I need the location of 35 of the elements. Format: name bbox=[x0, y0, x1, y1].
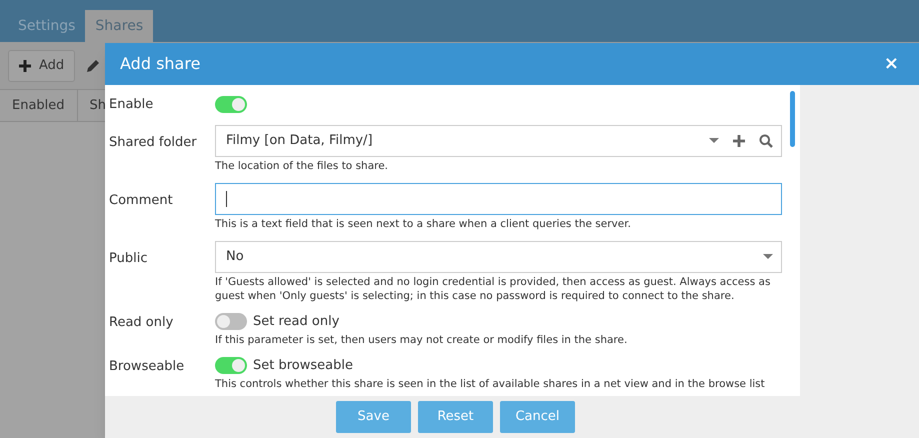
scrollbar[interactable] bbox=[787, 85, 800, 396]
caret-icon bbox=[763, 254, 773, 259]
toggle-switch[interactable] bbox=[215, 96, 247, 112]
caret-icon bbox=[709, 138, 719, 143]
plus-icon[interactable] bbox=[733, 134, 745, 146]
help-text: The location of the files to share. bbox=[215, 158, 390, 172]
toggle-switch[interactable] bbox=[215, 313, 247, 330]
tab[interactable]: Shares bbox=[85, 10, 154, 42]
field-label: Public bbox=[109, 250, 148, 268]
pencil-icon[interactable] bbox=[85, 58, 102, 74]
dialog-button[interactable]: Cancel bbox=[500, 401, 575, 433]
dialog-title: Add share bbox=[120, 53, 200, 75]
switch-caption: Set read only bbox=[253, 312, 340, 331]
dialog-button[interactable]: Save bbox=[336, 401, 411, 433]
field-label: Shared folder bbox=[109, 134, 198, 152]
toggle-switch[interactable] bbox=[215, 357, 247, 374]
help-text: This controls whether this share is seen in the list of available shares in a net view and in the browse list bbox=[215, 376, 766, 390]
field-label: Read only bbox=[109, 314, 174, 332]
help-text: If this parameter is set, then users may not create or modify files in the share. bbox=[215, 332, 628, 346]
column-header[interactable]: Enabled bbox=[0, 90, 78, 121]
close-button[interactable]: × bbox=[884, 55, 899, 73]
help-text: If 'Guests allowed' is selected and no login credential is provided, then access as guest. Always access as guest when 'Only guests' is selecting; in this case no password is required to connect to the share. bbox=[215, 274, 772, 302]
plus-icon bbox=[19, 60, 31, 72]
field-label: Browseable bbox=[109, 358, 186, 376]
tab[interactable]: Settings bbox=[8, 10, 86, 42]
switch-caption: Set browseable bbox=[253, 356, 353, 375]
field-label: Comment bbox=[109, 192, 174, 210]
select-field[interactable]: Filmy [on Data, Filmy/] bbox=[215, 124, 782, 156]
comment-field[interactable] bbox=[215, 182, 782, 214]
dialog-button[interactable]: Reset bbox=[418, 401, 493, 433]
text-cursor bbox=[226, 190, 227, 206]
add-button[interactable]: Add bbox=[8, 50, 76, 82]
help-text: This is a text field that is seen next to a share when a client queries the server. bbox=[215, 216, 632, 230]
select-field[interactable]: No bbox=[215, 240, 782, 272]
search-icon[interactable] bbox=[759, 134, 773, 148]
